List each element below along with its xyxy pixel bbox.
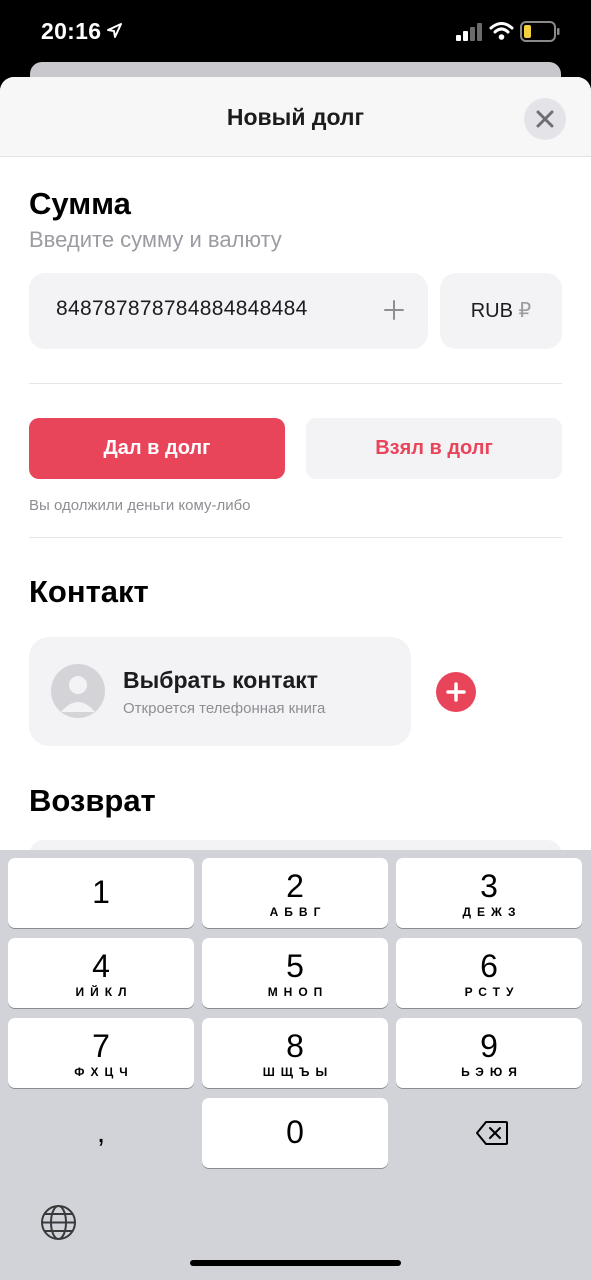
divider — [29, 537, 562, 538]
close-icon — [536, 110, 554, 128]
signal-icon — [456, 23, 482, 41]
key-digit: 7 — [92, 1028, 110, 1064]
key-digit: 6 — [480, 948, 498, 984]
select-contact-title: Выбрать контакт — [123, 667, 319, 693]
battery-icon — [520, 21, 560, 42]
key-3[interactable]: 3 ДЕЖЗ — [396, 858, 582, 928]
key-digit: 4 — [92, 948, 110, 984]
key-letters: АБВГ — [269, 905, 327, 919]
key-comma[interactable]: , — [8, 1098, 194, 1168]
key-4[interactable]: 4 ИЙКЛ — [8, 938, 194, 1008]
add-contact-button[interactable] — [436, 672, 476, 712]
key-letters: РСТУ — [464, 985, 520, 999]
key-8[interactable]: 8 ШЩЪЫ — [202, 1018, 388, 1088]
add-icon — [446, 682, 466, 702]
amount-subtitle: Введите сумму и валюту — [29, 227, 282, 252]
wifi-icon — [489, 22, 514, 40]
amount-section-title: Сумма — [29, 186, 131, 221]
key-letters: ШЩЪЫ — [262, 1065, 334, 1079]
key-digit: 8 — [286, 1028, 304, 1064]
key-digit: 2 — [286, 868, 304, 904]
key-digit: 1 — [92, 874, 110, 910]
key-digit: 5 — [286, 948, 304, 984]
divider — [29, 383, 562, 384]
key-0[interactable]: 0 — [202, 1098, 388, 1168]
amount-value: 84878787878488484848​4 — [56, 297, 308, 320]
home-indicator — [190, 1260, 401, 1266]
key-1[interactable]: 1 — [8, 858, 194, 928]
backspace-key[interactable] — [396, 1098, 582, 1168]
key-6[interactable]: 6 РСТУ — [396, 938, 582, 1008]
return-section-title: Возврат — [29, 783, 156, 818]
key-letters: ИЙКЛ — [75, 985, 133, 999]
key-7[interactable]: 7 ФХЦЧ — [8, 1018, 194, 1088]
sheet-title: Новый долг — [226, 104, 365, 130]
key-letters: МНОП — [267, 985, 329, 999]
amount-input[interactable]: 84878787878488484848​4 — [29, 273, 428, 349]
key-9[interactable]: 9 ЬЭЮЯ — [396, 1018, 582, 1088]
borrowed-button[interactable]: Взял в долг — [306, 418, 562, 479]
key-digit: 3 — [480, 868, 498, 904]
status-time: 20:16 — [41, 18, 102, 44]
globe-icon[interactable] — [40, 1204, 77, 1241]
key-2[interactable]: 2 АБВГ — [202, 858, 388, 928]
avatar-icon — [51, 664, 105, 718]
contact-section-title: Контакт — [29, 574, 149, 609]
key-letters: ФХЦЧ — [74, 1065, 134, 1079]
numeric-keyboard: 1 2 АБВГ 3 ДЕЖЗ 4 ИЙКЛ 5 МНОП 6 РСТУ 7 Ф… — [0, 850, 591, 1280]
location-arrow-icon — [107, 23, 122, 38]
key-digit: 9 — [480, 1028, 498, 1064]
currency-select[interactable]: RUB ₽ — [440, 273, 562, 349]
status-bar: 20:16 — [0, 0, 591, 62]
close-button[interactable] — [524, 98, 566, 140]
sheet-header: Новый долг — [0, 77, 591, 157]
select-contact-button[interactable]: Выбрать контакт Откроется телефонная кни… — [29, 637, 411, 746]
lent-button[interactable]: Дал в долг — [29, 418, 285, 479]
key-digit: 0 — [286, 1114, 304, 1150]
key-5[interactable]: 5 МНОП — [202, 938, 388, 1008]
select-contact-subtitle: Откроется телефонная книга — [123, 700, 326, 717]
direction-hint: Вы одолжили деньги кому-либо — [29, 497, 251, 514]
key-letters: ЬЭЮЯ — [461, 1065, 523, 1079]
plus-icon[interactable] — [384, 300, 404, 320]
currency-symbol: ₽ — [518, 300, 532, 322]
key-letters: ДЕЖЗ — [462, 905, 522, 919]
backspace-icon — [476, 1121, 508, 1145]
currency-code: RUB — [470, 300, 513, 322]
